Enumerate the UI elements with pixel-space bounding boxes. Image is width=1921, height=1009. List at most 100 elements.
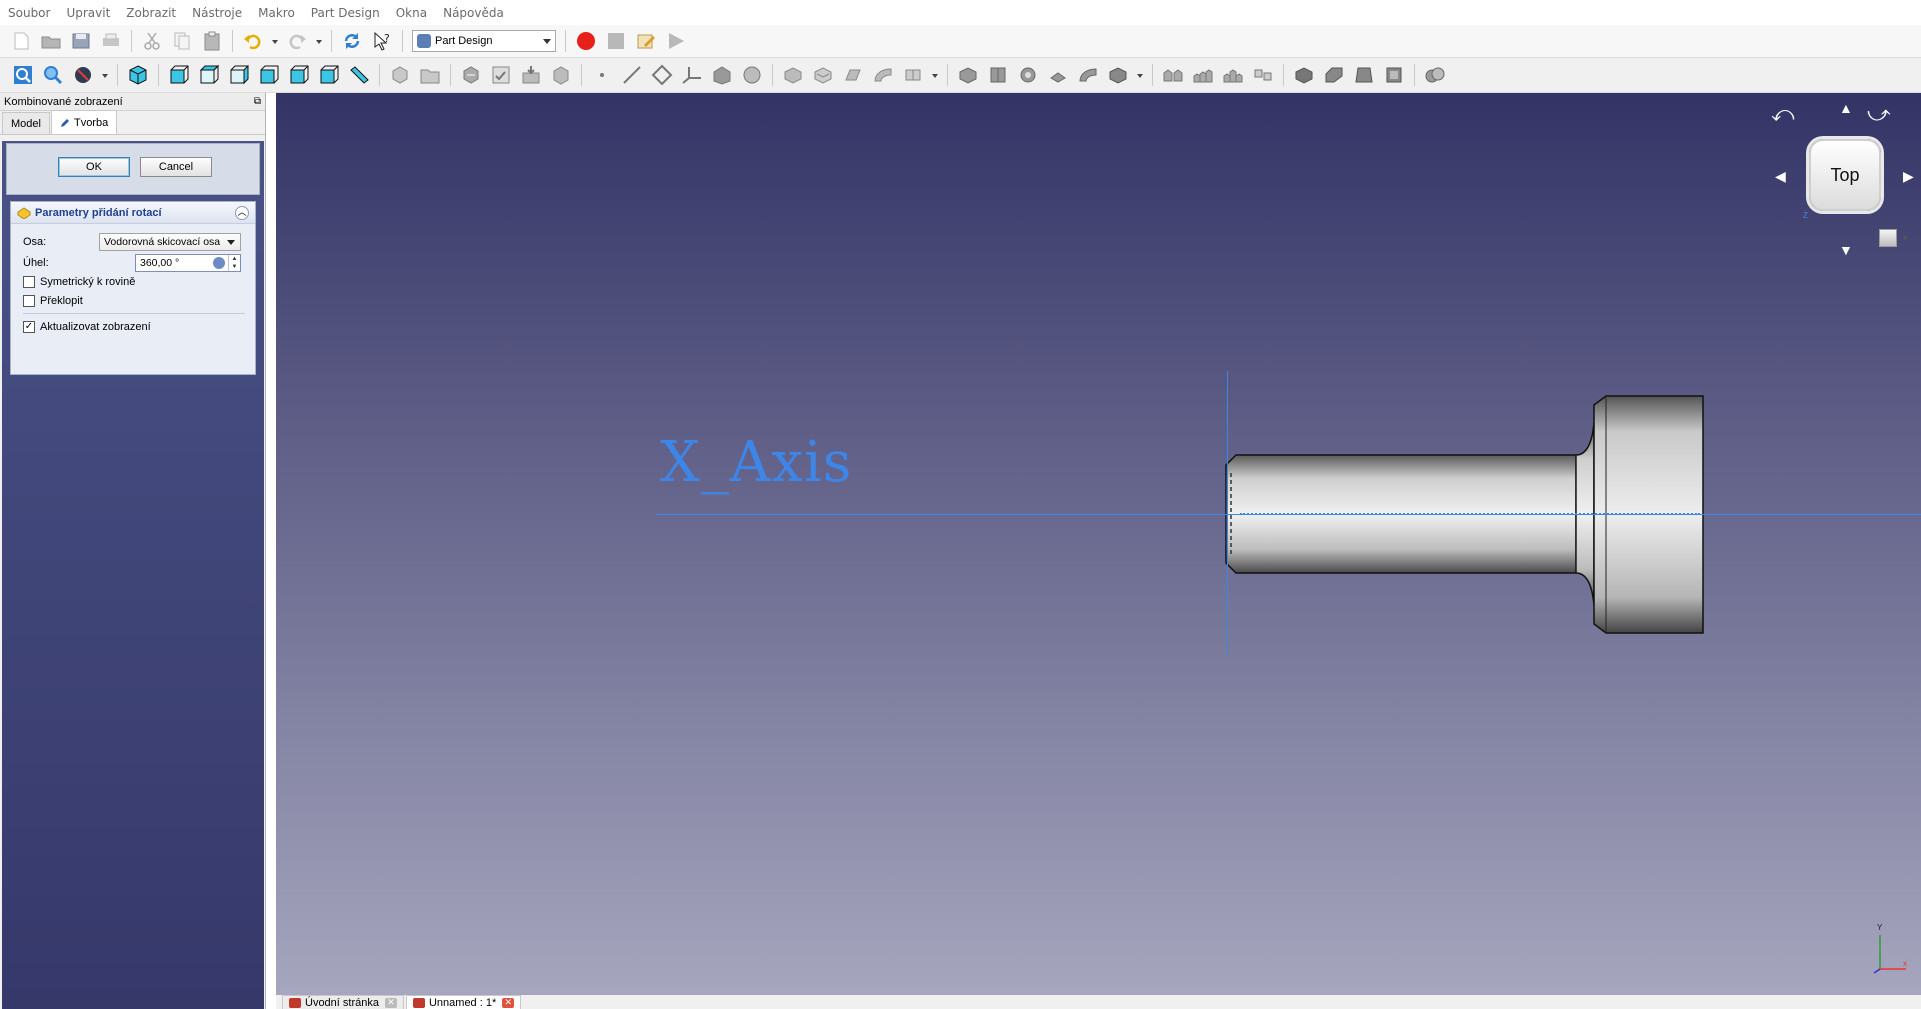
close-icon[interactable]: ✕ bbox=[502, 997, 515, 1008]
symmetric-row[interactable]: Symetrický k rovině bbox=[23, 276, 135, 288]
redo-button[interactable] bbox=[284, 28, 310, 54]
multitransform-button[interactable] bbox=[1250, 62, 1276, 88]
additive-pipe-button[interactable] bbox=[870, 62, 896, 88]
chevron-down-icon[interactable]: ▼ bbox=[1901, 233, 1910, 243]
open-button[interactable] bbox=[38, 28, 64, 54]
arrow-left-icon[interactable]: ◀ bbox=[1775, 169, 1786, 183]
paste-button[interactable] bbox=[199, 28, 225, 54]
menu-edit[interactable]: Upravit bbox=[66, 6, 110, 20]
view-right-button[interactable] bbox=[226, 62, 252, 88]
groove-button[interactable] bbox=[1015, 62, 1041, 88]
view-front-button[interactable] bbox=[166, 62, 192, 88]
additive-primitive-dropdown-button[interactable] bbox=[930, 62, 940, 88]
tab-tasks[interactable]: Tvorba bbox=[50, 110, 118, 134]
tab-unnamed[interactable]: Unnamed : 1* ✕ bbox=[405, 995, 522, 1009]
update-view-row[interactable]: ✓ Aktualizovat zobrazení bbox=[23, 321, 151, 333]
clone-button[interactable] bbox=[548, 62, 574, 88]
measure-button[interactable] bbox=[346, 62, 372, 88]
menu-tools[interactable]: Nástroje bbox=[192, 6, 242, 20]
subtractive-pipe-button[interactable] bbox=[1075, 62, 1101, 88]
linear-pattern-button[interactable] bbox=[1190, 62, 1216, 88]
subtractive-primitive-dropdown-button[interactable] bbox=[1135, 62, 1145, 88]
subtractive-primitive-button[interactable] bbox=[1105, 62, 1131, 88]
update-view-checkbox[interactable]: ✓ bbox=[23, 321, 35, 333]
datum-plane-button[interactable] bbox=[649, 62, 675, 88]
chevron-up-icon[interactable]: ▲ bbox=[232, 256, 238, 262]
draw-style-dropdown-button[interactable] bbox=[100, 62, 110, 88]
macro-record-button[interactable] bbox=[573, 28, 599, 54]
reversed-row[interactable]: Překlopit bbox=[23, 295, 83, 307]
whats-this-button[interactable]: ? bbox=[369, 28, 395, 54]
fit-selection-button[interactable] bbox=[40, 62, 66, 88]
thickness-button[interactable] bbox=[1381, 62, 1407, 88]
subtractive-loft-button[interactable] bbox=[1045, 62, 1071, 88]
arrow-down-icon[interactable]: ▼ bbox=[1839, 243, 1853, 257]
axis-select[interactable]: Vodorovná skicovací osa bbox=[99, 233, 241, 251]
create-clone-button[interactable] bbox=[739, 62, 765, 88]
view-top-button[interactable] bbox=[196, 62, 222, 88]
pad-button[interactable] bbox=[780, 62, 806, 88]
rotate-right-arrow-icon[interactable]: ⤻ bbox=[1867, 103, 1891, 125]
collapse-chevron-icon[interactable]: ︿ bbox=[235, 205, 249, 220]
redo-dropdown-button[interactable] bbox=[314, 28, 324, 54]
menu-part-design[interactable]: Part Design bbox=[311, 6, 380, 20]
save-button[interactable] bbox=[68, 28, 94, 54]
print-button[interactable] bbox=[98, 28, 124, 54]
refresh-button[interactable] bbox=[339, 28, 365, 54]
angle-stepper[interactable]: ▲ ▼ bbox=[228, 255, 240, 271]
revolution-parameters-header[interactable]: Parametry přidání rotací ︿ bbox=[11, 202, 255, 224]
reversed-checkbox[interactable] bbox=[23, 295, 35, 307]
symmetric-checkbox[interactable] bbox=[23, 276, 35, 288]
expression-icon[interactable] bbox=[213, 257, 225, 269]
view-left-button[interactable] bbox=[316, 62, 342, 88]
macro-stop-button[interactable] bbox=[603, 28, 629, 54]
local-cs-button[interactable] bbox=[679, 62, 705, 88]
revolution-button[interactable] bbox=[810, 62, 836, 88]
new-document-button[interactable] bbox=[8, 28, 34, 54]
fit-all-button[interactable] bbox=[10, 62, 36, 88]
menu-windows[interactable]: Okna bbox=[396, 6, 427, 20]
view-isometric-button[interactable] bbox=[125, 62, 151, 88]
create-body-button[interactable] bbox=[387, 62, 413, 88]
create-sketch-button[interactable] bbox=[458, 62, 484, 88]
macro-run-button[interactable] bbox=[663, 28, 689, 54]
3d-viewport[interactable]: X_Axis ⤺ ⤻ ▲ ◀ ▶ ▼ Top Z ▼ Y x bbox=[276, 93, 1921, 995]
view-menu-cube-icon[interactable] bbox=[1879, 229, 1897, 247]
tab-model[interactable]: Model bbox=[2, 112, 50, 134]
chamfer-button[interactable] bbox=[1321, 62, 1347, 88]
navigation-cube[interactable]: ⤺ ⤻ ▲ ◀ ▶ ▼ Top Z ▼ bbox=[1751, 93, 1921, 263]
fillet-button[interactable] bbox=[1291, 62, 1317, 88]
datum-point-button[interactable] bbox=[589, 62, 615, 88]
copy-button[interactable] bbox=[169, 28, 195, 54]
arrow-right-icon[interactable]: ▶ bbox=[1903, 169, 1914, 183]
macro-edit-button[interactable] bbox=[633, 28, 659, 54]
navcube-top-face[interactable]: Top bbox=[1809, 139, 1881, 211]
workbench-selector[interactable]: Part Design bbox=[412, 30, 556, 52]
sub-shape-binder-button[interactable] bbox=[709, 62, 735, 88]
view-rear-button[interactable] bbox=[256, 62, 282, 88]
undock-icon[interactable]: ⧉ bbox=[254, 96, 261, 107]
ok-button[interactable]: OK bbox=[58, 157, 130, 177]
cut-button[interactable] bbox=[139, 28, 165, 54]
undo-dropdown-button[interactable] bbox=[270, 28, 280, 54]
create-part-button[interactable] bbox=[417, 62, 443, 88]
arrow-up-icon[interactable]: ▲ bbox=[1839, 101, 1853, 115]
angle-input[interactable]: 360,00 ° ▲ ▼ bbox=[135, 254, 241, 272]
menu-view[interactable]: Zobrazit bbox=[126, 6, 176, 20]
tab-start-page[interactable]: Úvodní stránka ✕ bbox=[282, 995, 404, 1009]
additive-helix-button[interactable] bbox=[900, 62, 926, 88]
draw-style-button[interactable] bbox=[70, 62, 96, 88]
menu-macro[interactable]: Makro bbox=[258, 6, 295, 20]
datum-line-button[interactable] bbox=[619, 62, 645, 88]
shape-binder-button[interactable] bbox=[518, 62, 544, 88]
view-bottom-button[interactable] bbox=[286, 62, 312, 88]
mirrored-button[interactable] bbox=[1160, 62, 1186, 88]
close-icon[interactable]: ✕ bbox=[384, 997, 397, 1008]
additive-loft-button[interactable] bbox=[840, 62, 866, 88]
boolean-button[interactable] bbox=[1422, 62, 1448, 88]
chevron-down-icon[interactable]: ▼ bbox=[232, 264, 238, 270]
rotate-left-arrow-icon[interactable]: ⤺ bbox=[1771, 103, 1795, 125]
menu-file[interactable]: Soubor bbox=[8, 6, 50, 20]
undo-button[interactable] bbox=[240, 28, 266, 54]
hole-button[interactable] bbox=[985, 62, 1011, 88]
